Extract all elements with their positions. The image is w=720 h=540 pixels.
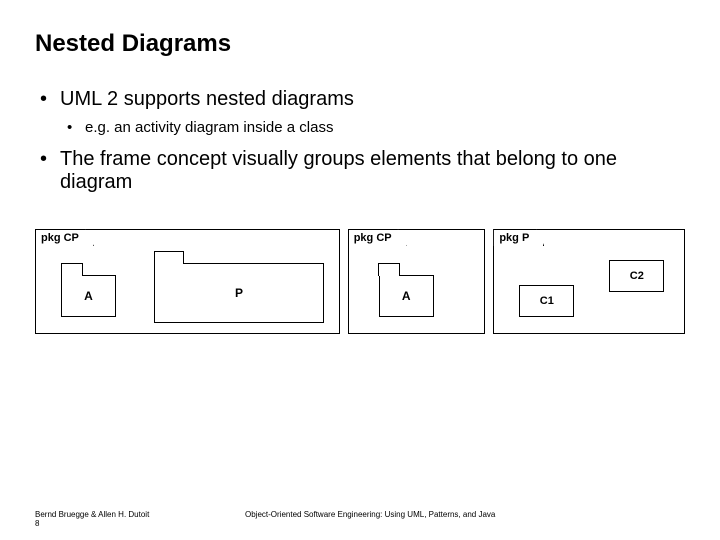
package-tab-icon: [61, 263, 83, 276]
footer: Bernd Bruegge & Allen H. Dutoit 8 Object…: [35, 510, 685, 528]
bullet-2: The frame concept visually groups elemen…: [60, 148, 685, 194]
package-a: A: [379, 275, 434, 317]
package-a: A: [61, 275, 116, 317]
class-c2: C2: [609, 260, 664, 292]
bullet-1: UML 2 supports nested diagrams: [60, 88, 685, 111]
diagram-row: pkg CP A P pkg CP A pkg P C1 C2: [35, 229, 685, 334]
frame-pkg-cp-2: pkg CP A: [348, 229, 486, 334]
package-tab-icon: [154, 251, 184, 264]
package-tab-icon: [378, 263, 400, 276]
package-label: P: [235, 286, 243, 300]
footer-page: 8: [35, 519, 235, 528]
frame-tab: pkg CP: [348, 229, 407, 246]
bullet-list: UML 2 supports nested diagrams e.g. an a…: [35, 88, 685, 194]
footer-left: Bernd Bruegge & Allen H. Dutoit 8: [35, 510, 235, 528]
bullet-1a: e.g. an activity diagram inside a class: [85, 119, 685, 136]
class-label: C1: [540, 295, 554, 307]
slide-title: Nested Diagrams: [35, 30, 685, 58]
package-p: P: [154, 263, 324, 323]
package-label: A: [402, 289, 411, 303]
frame-pkg-p: pkg P C1 C2: [493, 229, 685, 334]
frame-pkg-cp-1: pkg CP A P: [35, 229, 340, 334]
package-label: A: [84, 289, 93, 303]
footer-book: Object-Oriented Software Engineering: Us…: [235, 510, 685, 528]
frame-tab: pkg CP: [35, 229, 94, 246]
frame-tab: pkg P: [493, 229, 544, 246]
class-c1: C1: [519, 285, 574, 317]
footer-authors: Bernd Bruegge & Allen H. Dutoit: [35, 510, 235, 519]
class-label: C2: [630, 270, 644, 282]
